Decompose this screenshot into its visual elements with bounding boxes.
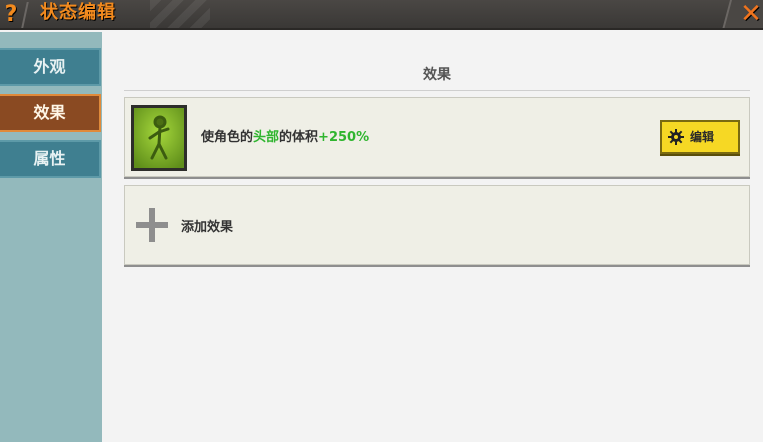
add-effect-label: 添加效果 [181, 220, 234, 235]
tab-appearance[interactable]: 外观 [0, 48, 101, 86]
effect-desc-target: 头部 [253, 130, 280, 145]
title-bar: ? 状态编辑 ✕ [0, 0, 763, 30]
effect-desc-middle: 的体积 [279, 130, 319, 145]
effect-desc-prefix: 使角色的 [201, 130, 254, 145]
effect-description: 使角色的头部的体积+250% [201, 126, 369, 145]
main-panel: 效果 使角色的头部的体积+250% 编辑 添加效果 [102, 32, 763, 442]
title-bar-decoration [150, 0, 210, 28]
title-separator [21, 2, 29, 28]
tab-attributes[interactable]: 属性 [0, 140, 101, 178]
edit-button-label: 编辑 [690, 130, 715, 144]
window-title: 状态编辑 [40, 2, 116, 23]
gear-icon [668, 129, 684, 145]
edit-effect-button[interactable]: 编辑 [660, 120, 740, 154]
tab-effects[interactable]: 效果 [0, 94, 101, 132]
close-icon: ✕ [740, 0, 762, 29]
section-title: 效果 [423, 67, 451, 83]
add-effect-button[interactable]: 添加效果 [124, 185, 750, 265]
close-button[interactable]: ✕ [739, 0, 763, 29]
section-divider [124, 90, 750, 91]
stick-figure-icon [131, 105, 187, 171]
plus-icon [136, 208, 168, 242]
question-icon: ? [4, 2, 18, 27]
sidebar: 外观 效果 属性 [0, 32, 102, 442]
effect-desc-value: +250% [318, 130, 370, 145]
effect-card: 使角色的头部的体积+250% 编辑 [124, 97, 750, 177]
help-button[interactable]: ? [0, 0, 22, 28]
